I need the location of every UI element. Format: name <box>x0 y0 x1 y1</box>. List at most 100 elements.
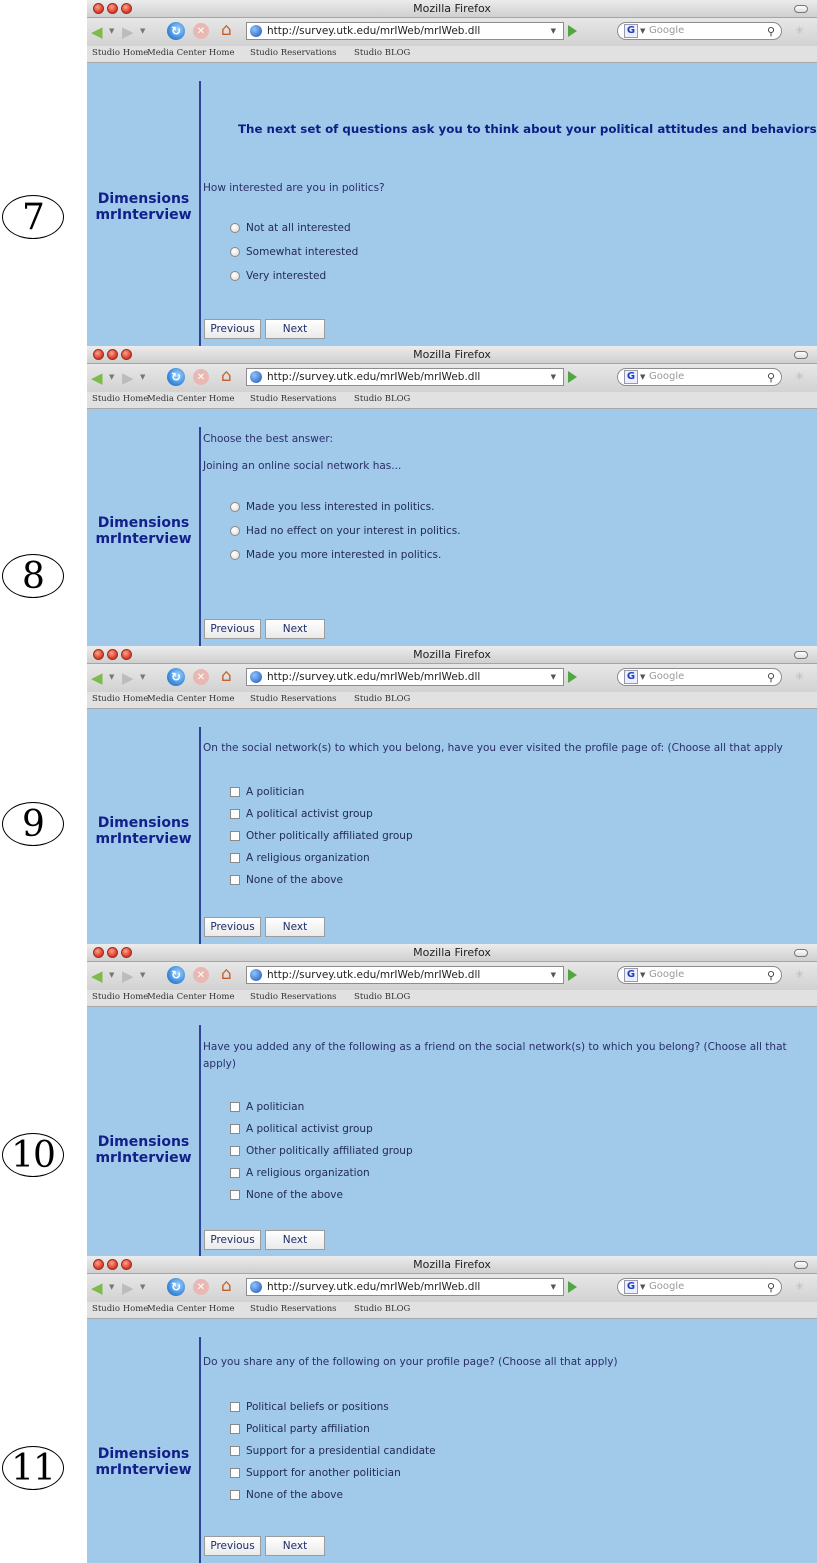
address-bar[interactable]: http://survey.utk.edu/mrIWeb/mrIWeb.dll ▼ <box>246 368 564 386</box>
go-arrow-icon[interactable] <box>568 25 577 37</box>
address-bar[interactable]: http://survey.utk.edu/mrIWeb/mrIWeb.dll ▼ <box>246 1278 564 1296</box>
previous-button[interactable]: Previous <box>204 619 261 639</box>
answer-option[interactable]: A political activist group <box>230 1122 373 1136</box>
forward-history-dropdown-icon[interactable]: ▼ <box>140 1283 145 1291</box>
bookmark-link[interactable]: Studio Reservations <box>250 694 337 704</box>
forward-history-dropdown-icon[interactable]: ▼ <box>140 971 145 979</box>
checkbox[interactable] <box>230 1168 240 1178</box>
checkbox[interactable] <box>230 1190 240 1200</box>
bookmark-link[interactable]: Studio Home <box>92 394 148 404</box>
search-engine-dropdown-icon[interactable]: ▼ <box>640 1279 645 1295</box>
checkbox[interactable] <box>230 1490 240 1500</box>
bookmark-link[interactable]: Media Center Home <box>147 48 235 58</box>
forward-arrow-icon[interactable]: ▶ <box>122 669 134 687</box>
answer-option[interactable]: Political beliefs or positions <box>230 1400 389 1414</box>
go-arrow-icon[interactable] <box>568 1281 577 1293</box>
next-button[interactable]: Next <box>265 319 325 339</box>
search-box[interactable]: G ▼ Google ⚲ <box>617 22 782 40</box>
checkbox[interactable] <box>230 787 240 797</box>
bookmark-link[interactable]: Studio Reservations <box>250 1304 337 1314</box>
answer-option[interactable]: Other politically affiliated group <box>230 1144 413 1158</box>
forward-arrow-icon[interactable]: ▶ <box>122 967 134 985</box>
back-arrow-icon[interactable]: ◀ <box>91 1279 103 1297</box>
search-engine-dropdown-icon[interactable]: ▼ <box>640 23 645 39</box>
radio-button[interactable] <box>230 247 240 257</box>
radio-button[interactable] <box>230 502 240 512</box>
bookmark-link[interactable]: Studio BLOG <box>354 694 410 704</box>
bookmark-link[interactable]: Studio Reservations <box>250 992 337 1002</box>
stop-icon[interactable]: ✕ <box>193 23 209 39</box>
address-bar[interactable]: http://survey.utk.edu/mrIWeb/mrIWeb.dll ▼ <box>246 668 564 686</box>
bookmark-link[interactable]: Media Center Home <box>147 992 235 1002</box>
bookmark-link[interactable]: Studio Reservations <box>250 394 337 404</box>
google-engine-icon[interactable]: G <box>624 1280 638 1294</box>
checkbox[interactable] <box>230 809 240 819</box>
address-dropdown-icon[interactable]: ▼ <box>551 967 556 983</box>
checkbox[interactable] <box>230 853 240 863</box>
answer-option[interactable]: None of the above <box>230 1488 343 1502</box>
home-icon[interactable]: ⌂ <box>221 1276 232 1296</box>
previous-button[interactable]: Previous <box>204 917 261 937</box>
bookmark-link[interactable]: Studio Home <box>92 48 148 58</box>
answer-option[interactable]: Very interested <box>230 269 326 283</box>
address-bar[interactable]: http://survey.utk.edu/mrIWeb/mrIWeb.dll ▼ <box>246 966 564 984</box>
google-engine-icon[interactable]: G <box>624 24 638 38</box>
checkbox[interactable] <box>230 1124 240 1134</box>
back-arrow-icon[interactable]: ◀ <box>91 967 103 985</box>
answer-option[interactable]: Political party affiliation <box>230 1422 370 1436</box>
back-history-dropdown-icon[interactable]: ▼ <box>109 373 114 381</box>
bookmark-link[interactable]: Studio Reservations <box>250 48 337 58</box>
bookmark-link[interactable]: Studio BLOG <box>354 992 410 1002</box>
checkbox[interactable] <box>230 1446 240 1456</box>
checkbox[interactable] <box>230 1102 240 1112</box>
forward-history-dropdown-icon[interactable]: ▼ <box>140 373 145 381</box>
bookmark-link[interactable]: Media Center Home <box>147 394 235 404</box>
radio-button[interactable] <box>230 526 240 536</box>
stop-icon[interactable]: ✕ <box>193 967 209 983</box>
next-button[interactable]: Next <box>265 619 325 639</box>
back-history-dropdown-icon[interactable]: ▼ <box>109 971 114 979</box>
answer-option[interactable]: None of the above <box>230 873 343 887</box>
magnifier-icon[interactable]: ⚲ <box>767 670 775 686</box>
back-arrow-icon[interactable]: ◀ <box>91 669 103 687</box>
stop-icon[interactable]: ✕ <box>193 669 209 685</box>
go-arrow-icon[interactable] <box>568 671 577 683</box>
search-box[interactable]: G ▼ Google ⚲ <box>617 668 782 686</box>
home-icon[interactable]: ⌂ <box>221 20 232 40</box>
toolbar-toggle-button[interactable] <box>794 1261 808 1269</box>
magnifier-icon[interactable]: ⚲ <box>767 24 775 40</box>
toolbar-toggle-button[interactable] <box>794 5 808 13</box>
bookmark-link[interactable]: Media Center Home <box>147 694 235 704</box>
answer-option[interactable]: Other politically affiliated group <box>230 829 413 843</box>
stop-icon[interactable]: ✕ <box>193 369 209 385</box>
answer-option[interactable]: A politician <box>230 1100 304 1114</box>
bookmark-link[interactable]: Media Center Home <box>147 1304 235 1314</box>
google-engine-icon[interactable]: G <box>624 370 638 384</box>
answer-option[interactable]: A religious organization <box>230 1166 370 1180</box>
go-arrow-icon[interactable] <box>568 371 577 383</box>
search-box[interactable]: G ▼ Google ⚲ <box>617 966 782 984</box>
answer-option[interactable]: Support for a presidential candidate <box>230 1444 436 1458</box>
reload-icon[interactable]: ↻ <box>167 668 185 686</box>
reload-icon[interactable]: ↻ <box>167 1278 185 1296</box>
answer-option[interactable]: Made you less interested in politics. <box>230 500 434 514</box>
answer-option[interactable]: Somewhat interested <box>230 245 358 259</box>
reload-icon[interactable]: ↻ <box>167 368 185 386</box>
answer-option[interactable]: None of the above <box>230 1188 343 1202</box>
answer-option[interactable]: Not at all interested <box>230 221 351 235</box>
checkbox[interactable] <box>230 1146 240 1156</box>
answer-option[interactable]: A politician <box>230 785 304 799</box>
address-bar[interactable]: http://survey.utk.edu/mrIWeb/mrIWeb.dll ▼ <box>246 22 564 40</box>
google-engine-icon[interactable]: G <box>624 670 638 684</box>
forward-arrow-icon[interactable]: ▶ <box>122 23 134 41</box>
magnifier-icon[interactable]: ⚲ <box>767 370 775 386</box>
toolbar-toggle-button[interactable] <box>794 351 808 359</box>
forward-arrow-icon[interactable]: ▶ <box>122 369 134 387</box>
search-box[interactable]: G ▼ Google ⚲ <box>617 1278 782 1296</box>
address-dropdown-icon[interactable]: ▼ <box>551 369 556 385</box>
toolbar-toggle-button[interactable] <box>794 949 808 957</box>
home-icon[interactable]: ⌂ <box>221 666 232 686</box>
magnifier-icon[interactable]: ⚲ <box>767 1280 775 1296</box>
answer-option[interactable]: Had no effect on your interest in politi… <box>230 524 461 538</box>
radio-button[interactable] <box>230 223 240 233</box>
